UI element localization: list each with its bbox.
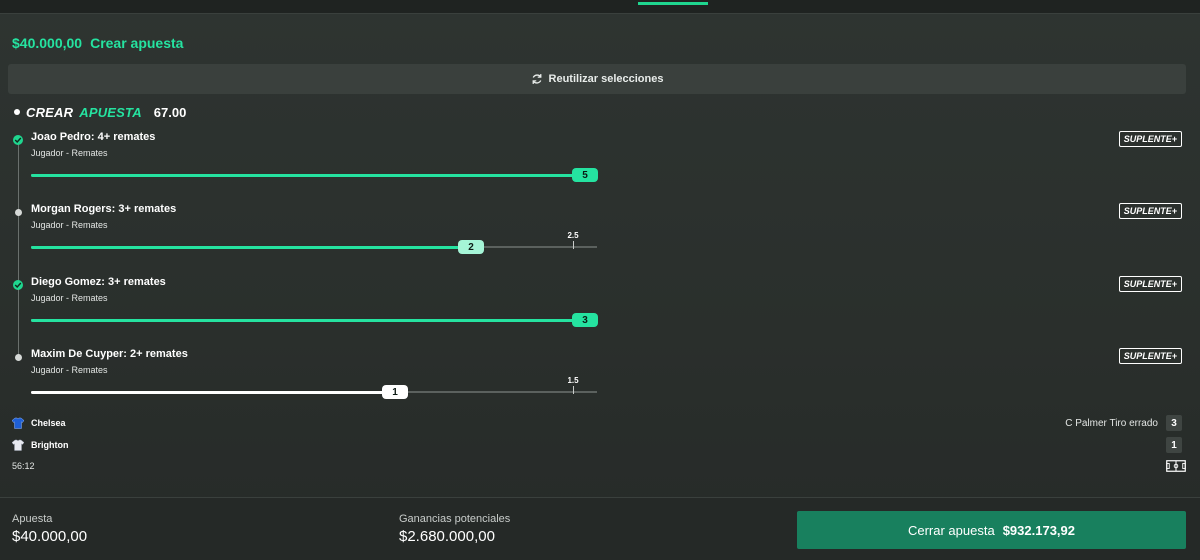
selection-item: Maxim De Cuyper: 2+ remates Jugador - Re…	[12, 348, 1188, 424]
title-bullet-icon	[14, 109, 20, 115]
selection-name: Morgan Rogers: 3+ remates	[31, 203, 177, 215]
top-divider	[0, 13, 1200, 14]
cashout-label: Cerrar apuesta	[907, 522, 995, 538]
last-event-text: C Palmer Tiro errado	[1065, 417, 1158, 429]
selection-item: Diego Gomez: 3+ remates Jugador - Remate…	[12, 276, 1188, 352]
check-icon	[13, 135, 23, 145]
target-tick-label: 1.5	[567, 376, 579, 385]
refresh-icon	[532, 74, 541, 84]
bet-builder-odds: 67.00	[153, 104, 187, 120]
active-tab-indicator[interactable]	[638, 2, 708, 5]
potential-winnings-label: Ganancias potenciales	[399, 513, 511, 525]
away-score: 1	[1166, 437, 1182, 453]
target-tick-label: 2.5	[567, 231, 579, 240]
suplente-badge[interactable]: SUPLENTE+	[1118, 131, 1182, 147]
selection-item: Joao Pedro: 4+ remates Jugador - Remates…	[12, 131, 1188, 207]
cashout-button[interactable]: Cerrar apuesta $932.173,92	[797, 511, 1186, 549]
check-icon	[13, 280, 23, 290]
match-clock: 56:12	[12, 461, 35, 471]
home-score: 3	[1166, 415, 1182, 431]
header-amount: $40.000,00	[12, 35, 83, 51]
potential-winnings-value: $2.680.000,00	[399, 528, 495, 545]
selection-market: Jugador - Remates	[31, 365, 108, 375]
target-tick	[573, 241, 574, 249]
selection-name: Maxim De Cuyper: 2+ remates	[31, 348, 188, 360]
bet-slip-page: $40.000,00 Crear apuesta Reutilizar sele…	[0, 0, 1200, 560]
selection-name: Joao Pedro: 4+ remates	[31, 131, 156, 143]
header-label: Crear apuesta	[90, 35, 184, 51]
suplente-badge[interactable]: SUPLENTE+	[1118, 348, 1182, 364]
away-team-name: Brighton	[31, 440, 69, 450]
selection-item: Morgan Rogers: 3+ remates Jugador - Rema…	[12, 203, 1188, 279]
progress-value-knob[interactable]: 3	[572, 313, 598, 327]
selection-market: Jugador - Remates	[31, 293, 108, 303]
home-team-row: Chelsea C Palmer Tiro errado 3	[12, 415, 1188, 431]
selection-market: Jugador - Remates	[31, 220, 108, 230]
bet-builder-title: CREAR APUESTA 67.00	[14, 104, 186, 120]
progress-value-knob[interactable]: 5	[572, 168, 598, 182]
progress-track	[31, 390, 597, 394]
pending-dot-icon	[15, 209, 22, 216]
target-tick	[573, 386, 574, 394]
pending-dot-icon	[15, 354, 22, 361]
progress-track	[31, 245, 597, 249]
away-shirt-icon	[12, 439, 24, 451]
progress-fill	[31, 173, 587, 177]
stake-value: $40.000,00	[12, 528, 88, 545]
suplente-badge[interactable]: SUPLENTE+	[1118, 203, 1182, 219]
cashout-amount: $932.173,92	[1002, 522, 1075, 538]
title-word-crear: CREAR	[26, 104, 74, 120]
reuse-selections-label: Reutilizar selecciones	[548, 73, 664, 85]
bet-header: $40.000,00 Crear apuesta	[12, 34, 183, 52]
suplente-badge[interactable]: SUPLENTE+	[1118, 276, 1182, 292]
progress-value-knob[interactable]: 1	[382, 385, 408, 399]
home-team-name: Chelsea	[31, 418, 66, 428]
progress-track	[31, 173, 597, 177]
selection-name: Diego Gomez: 3+ remates	[31, 276, 166, 288]
progress-fill	[31, 390, 393, 394]
title-word-apuesta: APUESTA	[79, 104, 142, 120]
progress-fill	[31, 245, 471, 249]
stake-label: Apuesta	[12, 513, 53, 525]
selection-market: Jugador - Remates	[31, 148, 108, 158]
progress-track	[31, 318, 597, 322]
progress-value-knob[interactable]: 2	[458, 240, 484, 254]
away-team-row: Brighton 1	[12, 437, 1188, 453]
reuse-selections-button[interactable]: Reutilizar selecciones	[8, 64, 1186, 94]
top-tab-strip	[0, 0, 1200, 14]
pitch-icon[interactable]	[1166, 460, 1186, 472]
progress-fill	[31, 318, 587, 322]
home-shirt-icon	[12, 417, 24, 429]
